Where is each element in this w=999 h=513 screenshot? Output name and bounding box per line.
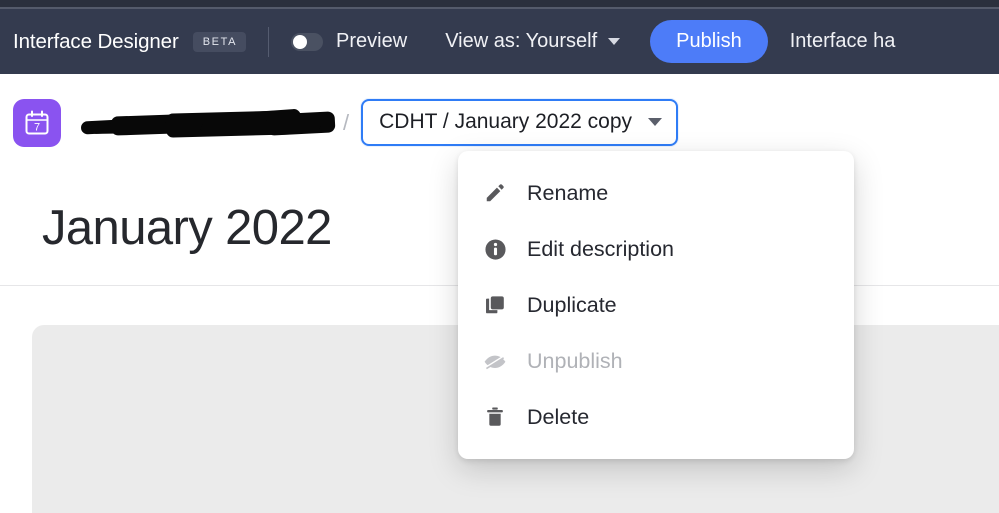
info-icon	[482, 236, 508, 262]
menu-item-edit-description[interactable]: Edit description	[458, 221, 854, 277]
eye-slash-icon	[482, 348, 508, 374]
breadcrumb-separator: /	[343, 109, 350, 135]
menu-item-label: Delete	[527, 404, 590, 429]
preview-toggle-knob	[293, 34, 308, 49]
page-selector-button[interactable]: CDHT / January 2022 copy	[361, 99, 679, 146]
menu-item-delete[interactable]: Delete	[458, 389, 854, 445]
menu-item-rename[interactable]: Rename	[458, 165, 854, 221]
preview-label: Preview	[336, 30, 408, 52]
view-as-dropdown[interactable]: View as: Yourself	[445, 30, 621, 53]
trash-icon	[482, 404, 508, 430]
svg-text:7: 7	[34, 121, 40, 133]
menu-item-unpublish: Unpublish	[458, 333, 854, 389]
pencil-icon	[482, 180, 508, 206]
navbar-divider	[268, 26, 270, 57]
menu-item-duplicate[interactable]: Duplicate	[458, 277, 854, 333]
chevron-down-icon	[608, 38, 621, 45]
copy-icon	[482, 292, 508, 318]
top-navigation-bar: Interface Designer BETA Preview View as:…	[0, 9, 999, 74]
menu-item-label: Duplicate	[527, 292, 617, 317]
page-selector-label: CDHT / January 2022 copy	[379, 110, 633, 133]
redacted-workspace-name	[80, 108, 336, 138]
menu-item-label: Rename	[527, 180, 609, 205]
menu-item-label: Unpublish	[527, 348, 623, 373]
window-top-strip	[0, 0, 999, 7]
preview-toggle[interactable]	[291, 32, 324, 51]
calendar-icon[interactable]: 7	[13, 98, 61, 147]
beta-badge: BETA	[192, 31, 247, 52]
app-window: Interface Designer BETA Preview View as:…	[0, 0, 999, 513]
app-brand-title: Interface Designer	[13, 29, 179, 53]
chevron-down-icon	[648, 118, 663, 126]
menu-item-label: Edit description	[527, 236, 674, 261]
publish-button[interactable]: Publish	[650, 20, 768, 63]
view-as-label: View as: Yourself	[445, 30, 598, 52]
page-options-menu: Rename Edit description Duplicate Unpubl…	[458, 151, 854, 459]
page-title: January 2022	[42, 201, 332, 255]
interface-help-link[interactable]: Interface ha	[790, 30, 896, 53]
